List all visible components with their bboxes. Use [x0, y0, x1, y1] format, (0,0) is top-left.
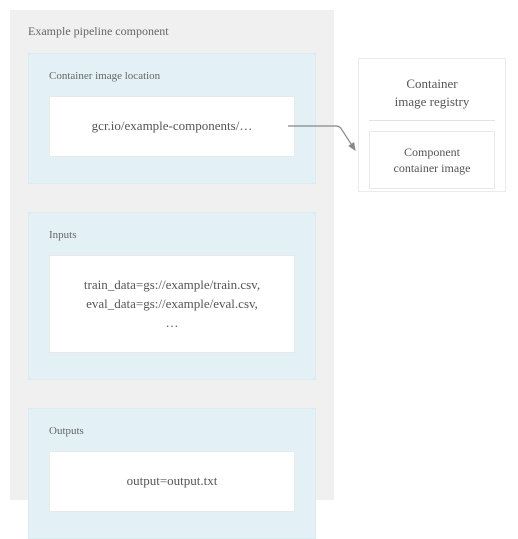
- registry-body: Component container image: [369, 131, 495, 189]
- pipeline-title: Example pipeline component: [28, 24, 316, 39]
- registry-title-line-1: Container: [406, 76, 457, 91]
- inputs-line-1: train_data=gs://example/train.csv,: [84, 277, 260, 292]
- outputs-section: Outputs output=output.txt: [28, 408, 316, 539]
- image-location-value: gcr.io/example-components/…: [49, 96, 295, 157]
- inputs-section: Inputs train_data=gs://example/train.csv…: [28, 212, 316, 381]
- image-location-section: Container image location gcr.io/example-…: [28, 53, 316, 184]
- inputs-label: Inputs: [49, 229, 295, 241]
- pipeline-component-panel: Example pipeline component Container ima…: [10, 10, 334, 500]
- registry-title: Container image registry: [369, 71, 495, 121]
- inputs-line-2: eval_data=gs://example/eval.csv,: [86, 296, 258, 311]
- inputs-line-3: …: [166, 315, 179, 330]
- container-registry-panel: Container image registry Component conta…: [358, 58, 506, 192]
- inputs-value: train_data=gs://example/train.csv, eval_…: [49, 255, 295, 354]
- registry-title-line-2: image registry: [395, 94, 470, 109]
- registry-body-line-2: container image: [394, 161, 471, 175]
- outputs-label: Outputs: [49, 425, 295, 437]
- outputs-value: output=output.txt: [49, 451, 295, 512]
- registry-body-line-1: Component: [404, 145, 460, 159]
- image-location-label: Container image location: [49, 70, 295, 82]
